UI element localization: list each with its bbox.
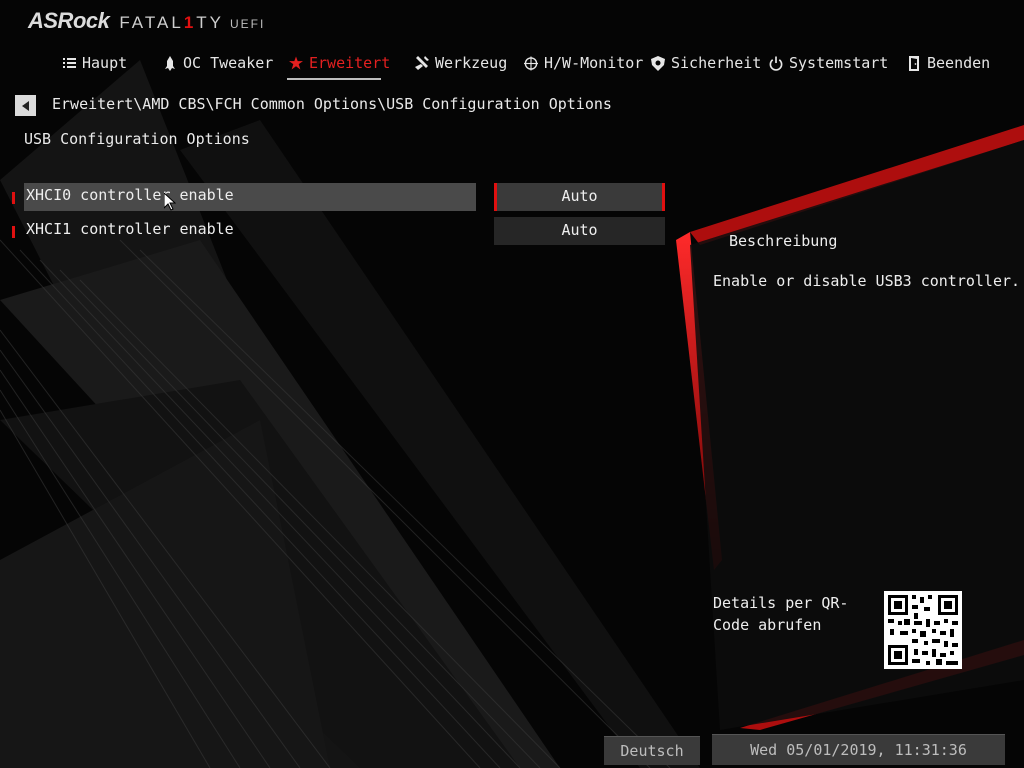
qr-code[interactable] — [884, 591, 962, 669]
tab-label: H/W-Monitor — [544, 54, 644, 72]
exit-door-icon — [907, 55, 921, 71]
crosshair-icon — [524, 56, 538, 70]
power-icon — [769, 56, 783, 71]
setting-value-dropdown[interactable]: Auto — [494, 183, 665, 211]
list-icon — [62, 56, 76, 70]
language-button[interactable]: Deutsch — [604, 736, 700, 765]
description-title: Beschreibung — [729, 232, 838, 250]
setting-value: Auto — [561, 187, 598, 205]
tools-icon — [415, 56, 429, 70]
tab-label: Erweitert — [309, 54, 391, 72]
setting-label: XHCI1 controller enable — [26, 220, 234, 238]
tab-sicherheit[interactable]: Sicherheit — [651, 50, 761, 76]
tab-werkzeug[interactable]: Werkzeug — [415, 50, 507, 76]
active-tab-underline — [287, 78, 381, 80]
tab-label: Sicherheit — [671, 54, 762, 72]
qr-code-icon — [884, 591, 962, 669]
datetime-display: Wed 05/01/2019, 11:31:36 — [712, 734, 1005, 765]
description-text: Enable or disable USB3 controller. — [713, 272, 1021, 290]
tab-label: Haupt — [82, 54, 128, 72]
tab-label: OC Tweaker — [183, 54, 274, 72]
asrock-logo: ASRock — [28, 8, 110, 33]
background-art — [0, 0, 1024, 768]
row-marker — [12, 192, 15, 204]
brand-logo: ASRock FATAL1TY UEFI — [28, 8, 265, 38]
row-marker — [12, 226, 15, 238]
tab-haupt[interactable]: Haupt — [62, 50, 127, 76]
tab-erweitert[interactable]: Erweitert — [289, 50, 390, 76]
star-icon — [289, 56, 303, 70]
tab-hw-monitor[interactable]: H/W-Monitor — [524, 50, 643, 76]
arrow-left-icon — [22, 100, 29, 111]
tab-label: Werkzeug — [435, 54, 508, 72]
setting-label: XHCI0 controller enable — [26, 186, 234, 204]
setting-value: Auto — [561, 221, 598, 239]
setting-row-xhci1[interactable]: XHCI1 controller enable Auto — [0, 217, 680, 245]
mouse-cursor-icon — [164, 193, 176, 211]
setting-row-xhci0[interactable]: XHCI0 controller enable Auto — [0, 183, 680, 211]
uefi-label: UEFI — [230, 17, 266, 31]
tab-beenden[interactable]: Beenden — [907, 50, 990, 76]
back-button[interactable] — [15, 95, 36, 116]
tab-label: Systemstart — [789, 54, 889, 72]
tab-oc-tweaker[interactable]: OC Tweaker — [163, 50, 273, 76]
tab-systemstart[interactable]: Systemstart — [769, 50, 888, 76]
rocket-icon — [163, 55, 177, 71]
setting-value-dropdown[interactable]: Auto — [494, 217, 665, 245]
main-menu: Haupt OC Tweaker Erweitert Werkzeug H/W-… — [0, 50, 1024, 80]
page-title: USB Configuration Options — [24, 130, 250, 148]
tab-label: Beenden — [927, 54, 991, 72]
shield-icon — [651, 55, 665, 71]
breadcrumb: Erweitert\AMD CBS\FCH Common Options\USB… — [52, 95, 612, 113]
fatality-logo: FATAL1TY — [119, 13, 225, 32]
qr-code-caption: Details per QR-Code abrufen — [713, 594, 849, 634]
